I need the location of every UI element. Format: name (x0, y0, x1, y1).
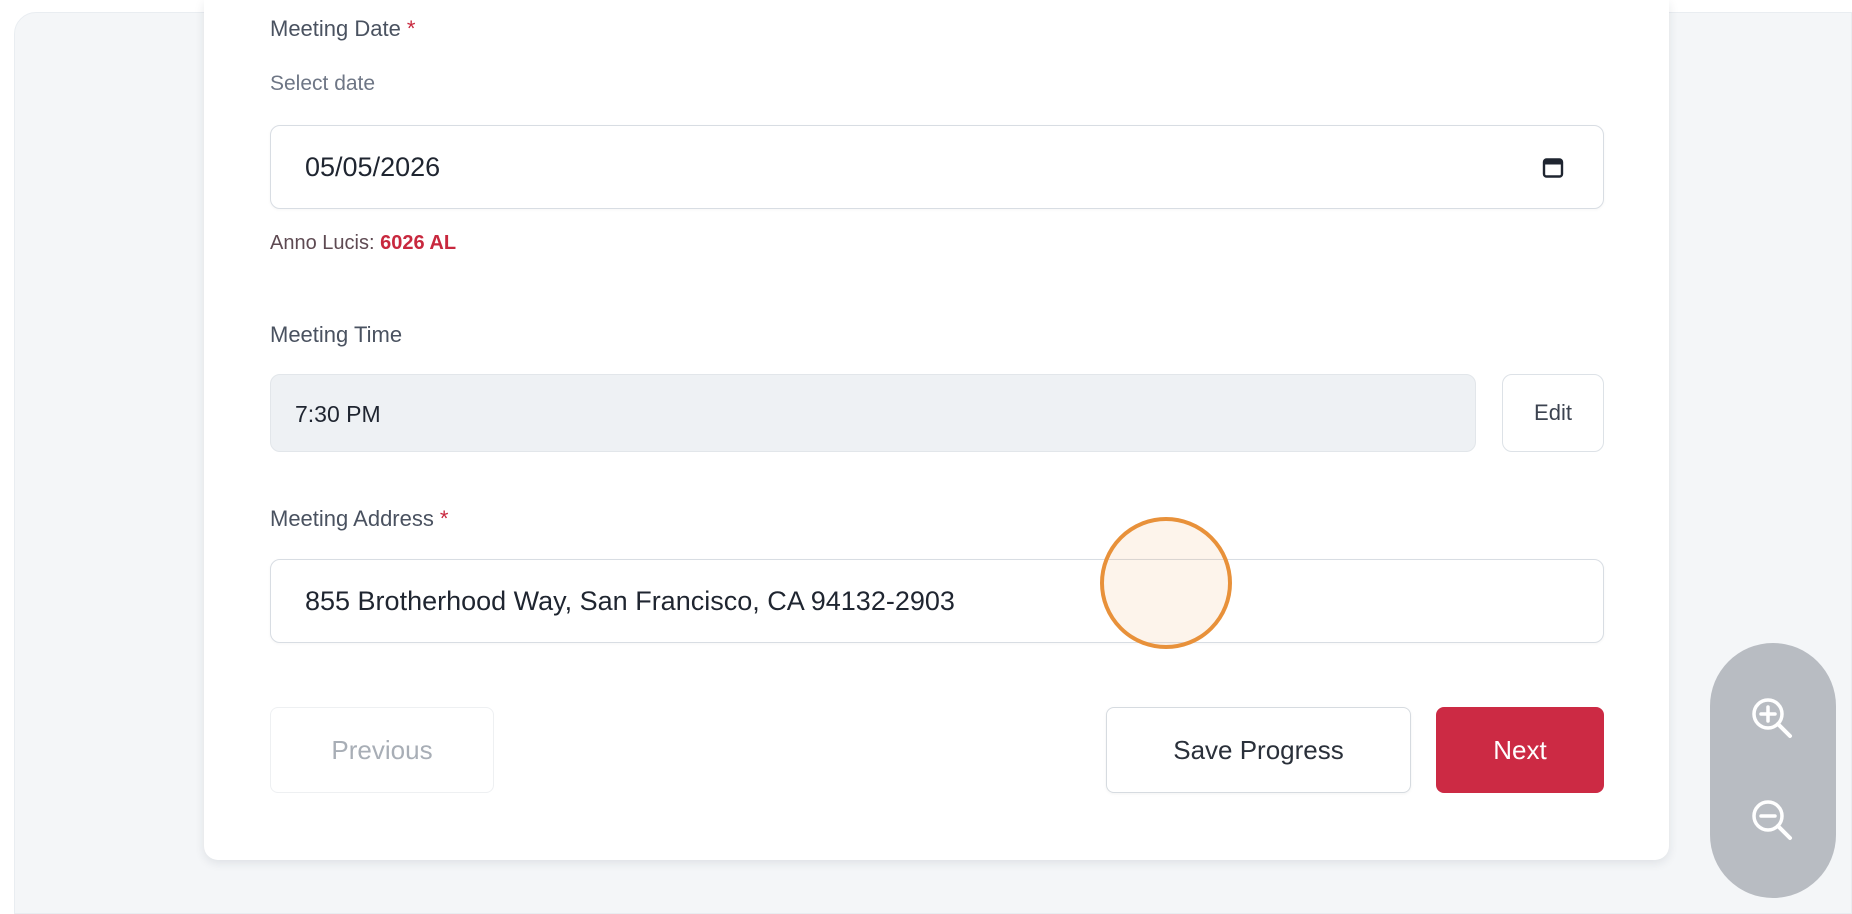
meeting-time-value: 7:30 PM (295, 401, 381, 427)
meeting-address-value: 855 Brotherhood Way, San Francisco, CA 9… (305, 586, 955, 616)
zoom-out-icon[interactable] (1743, 791, 1803, 851)
zoom-in-icon[interactable] (1743, 689, 1803, 749)
next-button[interactable]: Next (1436, 707, 1604, 793)
zoom-controls (1710, 643, 1836, 898)
anno-lucis-label: Anno Lucis: (270, 232, 375, 254)
meeting-date-label: Meeting Date * (270, 16, 416, 41)
edit-time-button[interactable]: Edit (1502, 374, 1604, 452)
save-progress-button[interactable]: Save Progress (1106, 707, 1411, 793)
click-indicator (1100, 517, 1232, 649)
meeting-date-helper: Select date (270, 72, 376, 95)
required-mark: * (406, 16, 416, 41)
meeting-address-label: Meeting Address * (270, 506, 449, 531)
anno-lucis-value: 6026 AL (380, 232, 457, 254)
meeting-date-value: 05/05/2026 (305, 152, 441, 182)
meeting-date-input[interactable]: 05/05/2026 (270, 125, 1604, 209)
required-mark: * (439, 506, 449, 531)
meeting-time-field: 7:30 PM (270, 374, 1476, 452)
calendar-icon[interactable] (1541, 156, 1565, 180)
previous-button[interactable]: Previous (270, 707, 494, 793)
anno-lucis-line: Anno Lucis: 6026 AL (270, 232, 456, 255)
meeting-address-input[interactable]: 855 Brotherhood Way, San Francisco, CA 9… (270, 559, 1604, 643)
meeting-time-label: Meeting Time (270, 322, 403, 347)
